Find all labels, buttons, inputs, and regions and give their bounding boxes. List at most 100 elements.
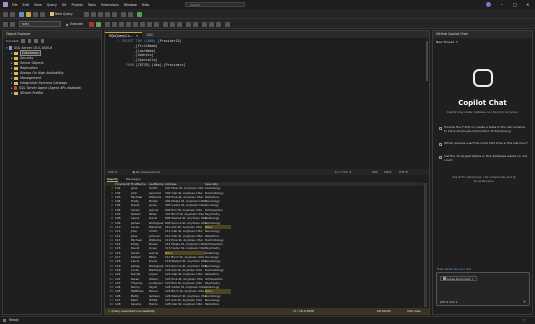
suggestion-item[interactable]: Which queries used the most CPU time in …: [439, 141, 529, 146]
expand-chevron-icon[interactable]: ▸: [11, 71, 13, 75]
redo-icon[interactable]: [128, 11, 133, 17]
save-all-icon[interactable]: [40, 11, 45, 17]
toolbar-tool-icon[interactable]: [209, 21, 214, 27]
search-box[interactable]: Search: [185, 2, 245, 7]
active-document-chip[interactable]: Active Document ✕: [440, 276, 477, 281]
zoom-level[interactable]: 100 %: [108, 170, 118, 174]
forward-icon[interactable]: [10, 11, 15, 17]
toolbar-tool-icon[interactable]: [112, 21, 117, 27]
toolbar-tool-icon[interactable]: [216, 21, 221, 27]
database-select[interactable]: [DB]: [19, 21, 61, 27]
editor-status-bar: 100 % ● No issues found Ln: 7 Ch: 2 SPC …: [105, 169, 429, 175]
close-icon[interactable]: ✕: [526, 2, 529, 7]
expand-chevron-icon[interactable]: ▸: [11, 86, 13, 90]
stop-icon[interactable]: [89, 21, 94, 27]
code-area[interactable]: 1 SELECT TOP (1000) [ProviderID] ,[FirstN…: [105, 39, 429, 68]
toolbar-tool-icon[interactable]: [91, 11, 96, 17]
toolbar-tool-icon[interactable]: [154, 21, 159, 27]
expand-chevron-icon[interactable]: ▸: [11, 66, 13, 70]
help-link[interactable]: Help what can you do?: [437, 267, 471, 271]
tab-sqlquery[interactable]: SQLQuery1.s... ✕: [105, 32, 143, 38]
code-text: ,[Specialty]: [122, 58, 158, 63]
parse-icon[interactable]: [96, 21, 101, 27]
model-select[interactable]: GPT-4 mini ▾: [440, 300, 457, 304]
expand-chevron-icon[interactable]: ▸: [11, 61, 13, 65]
toolbar-tool-icon[interactable]: [202, 21, 207, 27]
copilot-subheading: Copilot may make mistakes, so check for …: [446, 110, 519, 114]
toolbar-tool-icon[interactable]: [133, 21, 138, 27]
menu-edit[interactable]: Edit: [23, 3, 29, 7]
refresh-icon[interactable]: [27, 39, 32, 43]
chat-icon: [439, 155, 442, 159]
chat-input-box[interactable]: Active Document ✕ GPT-4 mini ▾ ➤: [436, 272, 530, 306]
code-keyword: FROM: [122, 62, 134, 67]
tree-item-xevent[interactable]: ▸ XEvent Profiler: [6, 91, 101, 96]
menu-file[interactable]: File: [12, 3, 18, 7]
toolbar-tool-icon[interactable]: [186, 21, 191, 27]
toolbar-tool-icon[interactable]: [225, 21, 230, 27]
back-icon[interactable]: [3, 11, 8, 17]
menu-project[interactable]: Project: [72, 3, 83, 7]
toolbar-tool-icon[interactable]: [193, 21, 198, 27]
expand-chevron-icon[interactable]: ▸: [11, 91, 13, 95]
minimize-icon[interactable]: –: [501, 2, 503, 7]
toolbar-tool-icon[interactable]: [3, 21, 8, 27]
tab-dbo[interactable]: DBO: [142, 32, 157, 38]
expand-chevron-icon[interactable]: ▸: [11, 76, 13, 80]
open-icon[interactable]: [26, 11, 31, 17]
toolbar-tool-icon[interactable]: [140, 21, 145, 27]
menu-extensions[interactable]: Extensions: [101, 3, 119, 7]
toolbar-tool-icon[interactable]: [10, 21, 15, 27]
undo-icon[interactable]: [121, 11, 126, 17]
expand-chevron-icon[interactable]: ▸: [11, 56, 13, 60]
tab-label: DBO: [146, 33, 154, 37]
toolbar-tool-icon[interactable]: [170, 21, 175, 27]
new-query-button[interactable]: New Query: [50, 11, 73, 17]
toolbar-tool-icon[interactable]: [105, 21, 110, 27]
start-icon[interactable]: [137, 11, 142, 17]
expand-chevron-icon[interactable]: ▸: [11, 51, 13, 55]
menu-view[interactable]: View: [34, 3, 42, 7]
folder-icon: [13, 61, 18, 65]
copilot-heading: Copilot Chat: [458, 99, 507, 107]
close-icon[interactable]: ✕: [472, 277, 474, 281]
menu-query[interactable]: Query: [47, 3, 57, 7]
toolbar-tool-icon[interactable]: [177, 21, 182, 27]
line-ending: CRLF: [384, 170, 392, 174]
menu-git[interactable]: Git: [62, 3, 67, 7]
active-document-label: Active Document: [446, 276, 471, 281]
menu-tools[interactable]: Tools: [88, 3, 96, 7]
toolbar-tool-icon[interactable]: [98, 11, 103, 17]
maximize-icon[interactable]: □: [513, 2, 517, 7]
suggestion-item[interactable]: List the 10 largest tables in this datab…: [439, 154, 529, 163]
main-toolbar: New Query: [0, 9, 535, 19]
editor-scrollbar[interactable]: [426, 41, 428, 81]
toolbar-tool-icon[interactable]: [84, 11, 89, 17]
connect-button[interactable]: Connect: [6, 39, 18, 43]
collapse-chevron-icon[interactable]: ▾: [6, 46, 8, 50]
chevron-down-icon[interactable]: ▾: [456, 40, 458, 44]
expand-chevron-icon[interactable]: ▸: [11, 81, 13, 85]
stop-icon[interactable]: [34, 39, 38, 43]
filter-icon[interactable]: [21, 39, 25, 43]
user-avatar[interactable]: [486, 2, 491, 7]
send-icon[interactable]: ➤: [523, 299, 526, 304]
suggestion-item[interactable]: Provide the T-SQL to create a table in t…: [439, 125, 529, 134]
menu-help[interactable]: Help: [142, 3, 150, 7]
toolbar-tool-icon[interactable]: [112, 11, 117, 17]
close-icon[interactable]: ✕: [136, 34, 139, 38]
model-label: GPT-4 mini: [440, 300, 456, 304]
execute-button[interactable]: ▶ Execute: [66, 21, 83, 27]
toolbar-tool-icon[interactable]: [126, 21, 131, 27]
collapse-icon[interactable]: [40, 39, 45, 43]
database-select-value: [DB]: [22, 22, 29, 26]
toolbar-tool-icon[interactable]: [119, 21, 124, 27]
thread-select[interactable]: New Thread: [436, 40, 454, 44]
toolbar-tool-icon[interactable]: [105, 11, 110, 17]
menu-window[interactable]: Window: [124, 3, 137, 7]
save-icon[interactable]: [33, 11, 38, 17]
toolbar-tool-icon[interactable]: [163, 21, 168, 27]
toolbar-tool-icon[interactable]: [147, 21, 152, 27]
grid-scrollbar[interactable]: [424, 183, 427, 307]
new-file-icon[interactable]: [19, 11, 24, 17]
